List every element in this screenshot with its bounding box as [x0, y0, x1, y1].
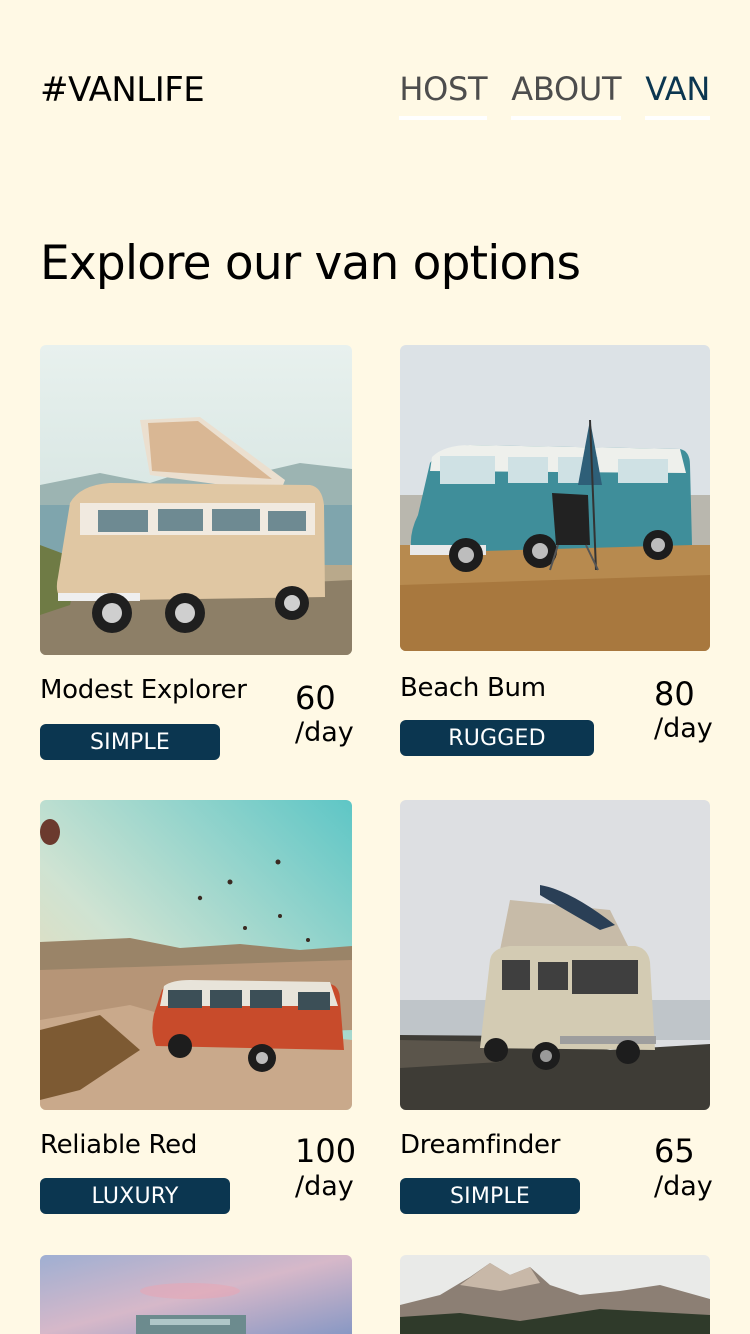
van-name: Modest Explorer [40, 675, 247, 705]
van-price-unit: /day [654, 1171, 713, 1202]
nav-link-about[interactable]: ABOUT [511, 70, 622, 120]
main-nav: HOST ABOUT VAN [399, 70, 710, 120]
van-type-badge[interactable]: SIMPLE [40, 724, 220, 760]
van-price-unit: /day [295, 1171, 354, 1202]
van-type-badge[interactable]: RUGGED [400, 720, 594, 756]
van-price: 100 [295, 1132, 357, 1170]
van-name: Reliable Red [40, 1130, 198, 1160]
van-price: 65 [654, 1132, 695, 1170]
van-card-dreamfinder[interactable]: Dreamfinder 65 /day SIMPLE [400, 800, 713, 1220]
van-photo-image [40, 800, 352, 1110]
van-price-unit: /day [654, 713, 713, 744]
van-photo-image [40, 1255, 352, 1334]
van-name: Dreamfinder [400, 1130, 561, 1160]
van-name: Beach Bum [400, 673, 546, 703]
van-price: 80 [654, 675, 695, 713]
van-photo[interactable] [40, 1255, 352, 1334]
site-header: #VANLIFE HOST ABOUT VAN [40, 70, 710, 120]
nav-link-host[interactable]: HOST [399, 70, 488, 120]
van-photo[interactable] [400, 345, 710, 651]
page-title: Explore our van options [40, 236, 581, 291]
nav-link-van[interactable]: VAN [645, 70, 710, 120]
van-price: 60 [295, 679, 336, 717]
van-type-badge[interactable]: SIMPLE [400, 1178, 580, 1214]
van-card-reliable-red[interactable]: Reliable Red 100 /day LUXURY [40, 800, 356, 1220]
van-photo-image [400, 800, 710, 1110]
van-photo[interactable] [400, 800, 710, 1110]
van-card-partial[interactable] [400, 1255, 710, 1334]
van-card-modest-explorer[interactable]: Modest Explorer 60 /day SIMPLE [40, 345, 354, 765]
site-logo[interactable]: #VANLIFE [40, 70, 205, 110]
van-photo[interactable] [40, 345, 352, 655]
van-price-unit: /day [295, 717, 354, 748]
van-type-badge[interactable]: LUXURY [40, 1178, 230, 1214]
van-card-beach-bum[interactable]: Beach Bum 80 /day RUGGED [400, 345, 713, 765]
van-card-partial[interactable] [40, 1255, 352, 1334]
van-photo-image [40, 345, 352, 655]
van-photo-image [400, 345, 710, 651]
van-photo[interactable] [40, 800, 352, 1110]
van-photo-image [400, 1255, 710, 1334]
van-photo[interactable] [400, 1255, 710, 1334]
